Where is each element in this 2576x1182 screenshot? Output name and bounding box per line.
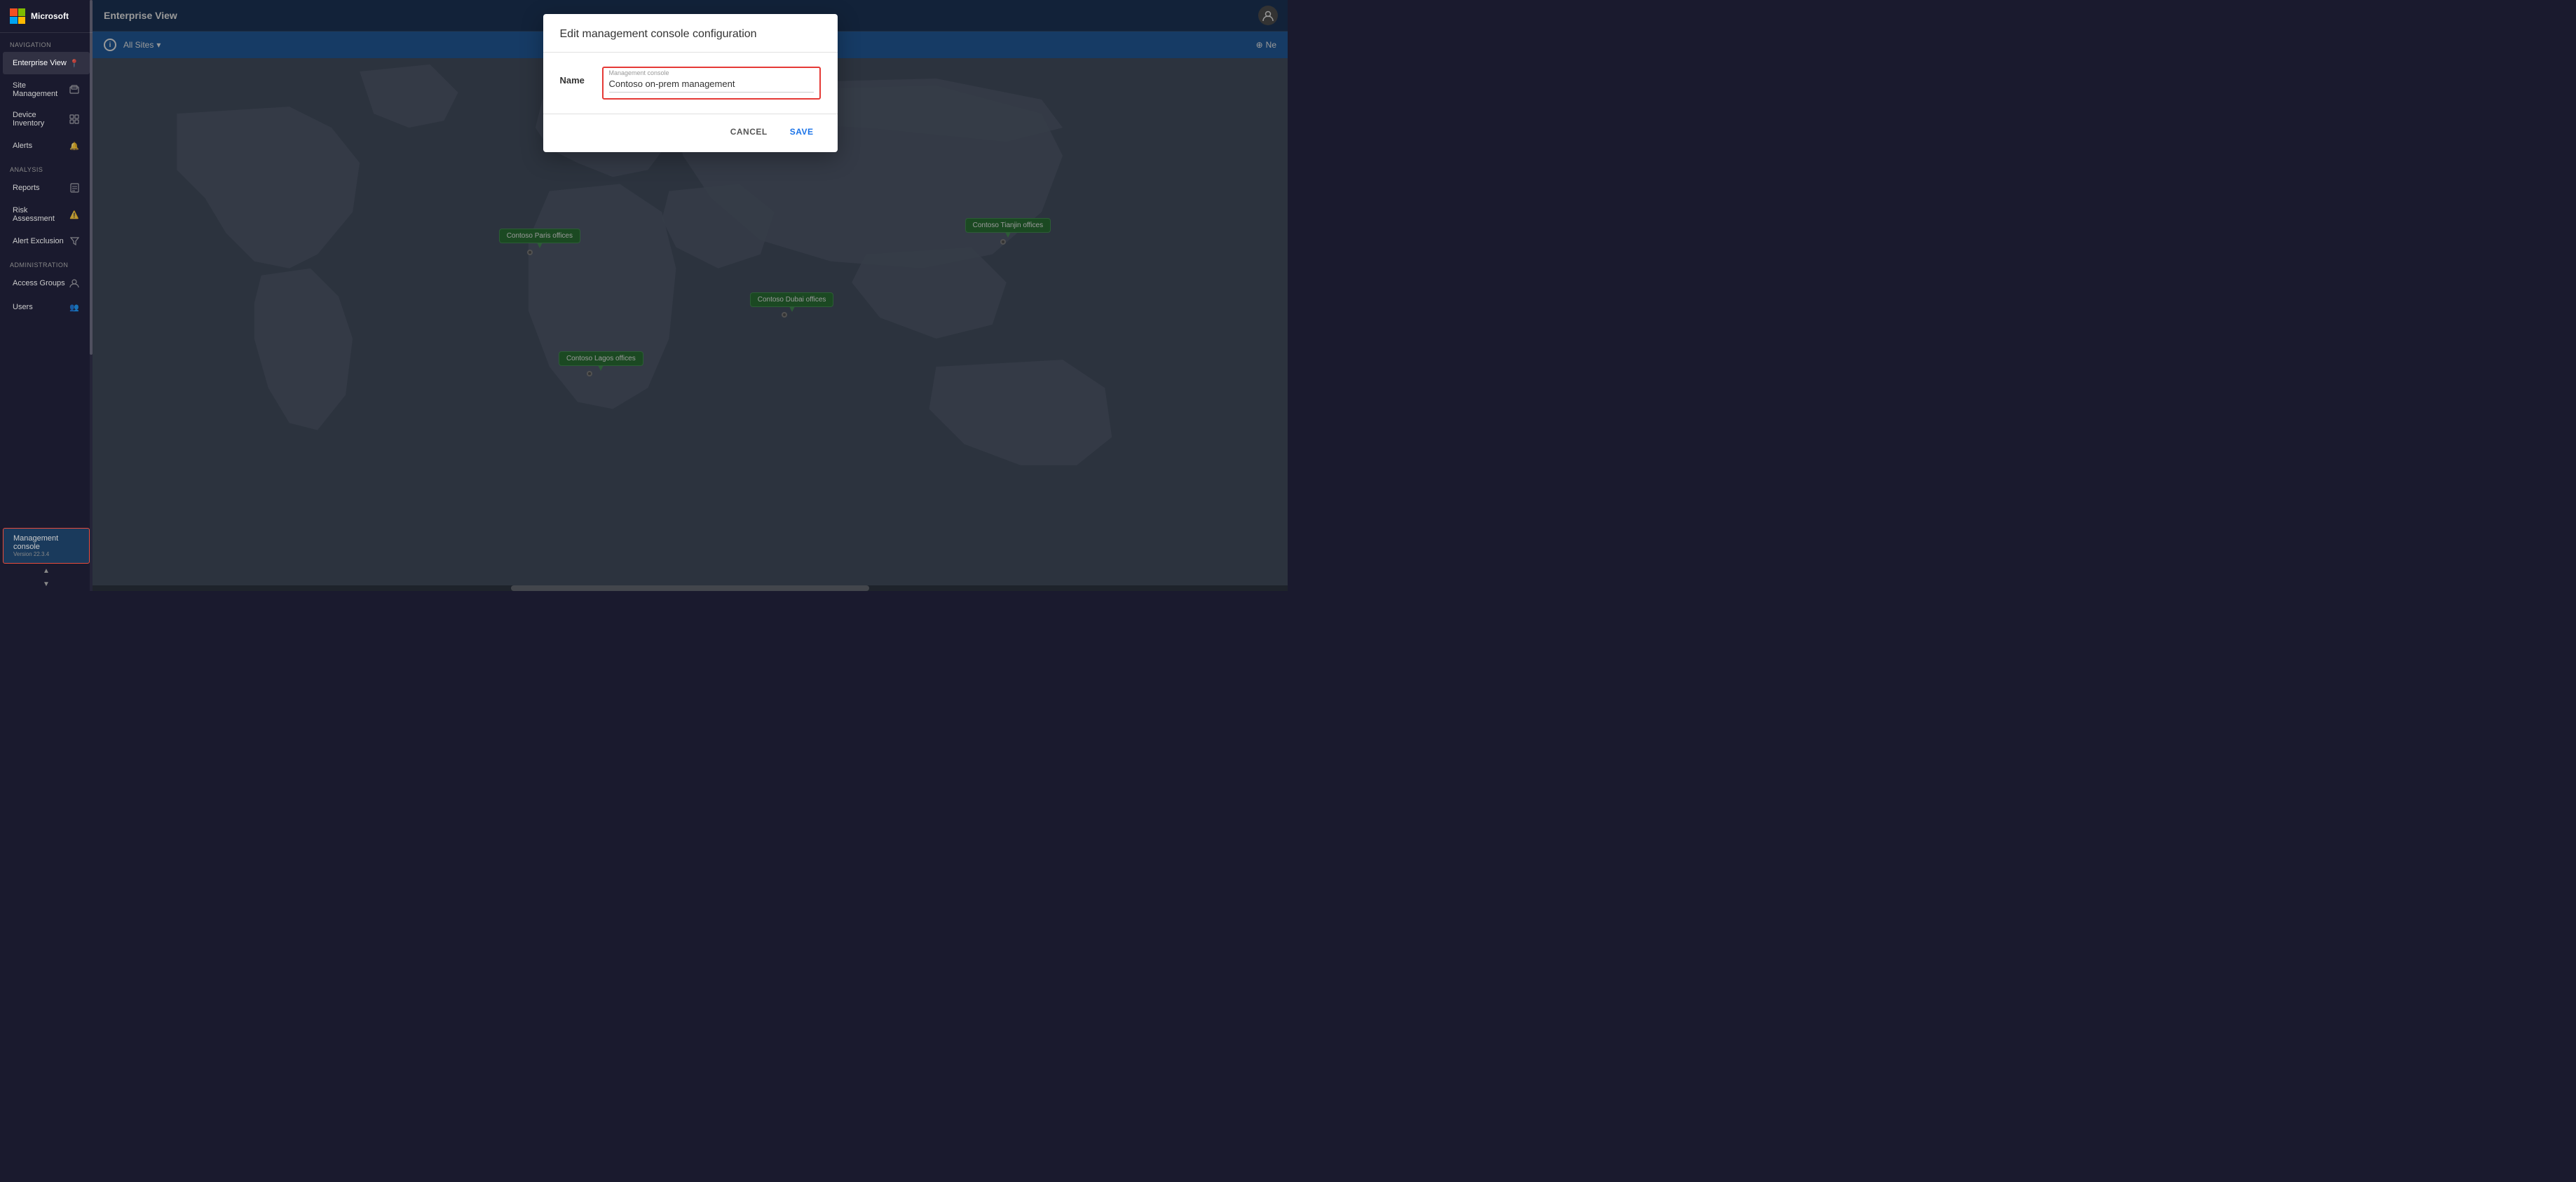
- modal-header: Edit management console configuration: [543, 14, 838, 53]
- modal-title: Edit management console configuration: [560, 28, 757, 40]
- input-placeholder: Management console: [609, 69, 814, 76]
- users-icon: 👥: [69, 301, 80, 313]
- map-pin-icon: 📍: [69, 57, 80, 69]
- group-icon: [69, 278, 80, 289]
- device-inventory-label: Device Inventory: [13, 111, 69, 128]
- sidebar-item-access-groups[interactable]: Access Groups: [3, 272, 90, 294]
- sidebar-item-risk-assessment[interactable]: Risk Assessment ⚠️: [3, 201, 90, 229]
- sidebar-item-enterprise-view[interactable]: Enterprise View 📍: [3, 52, 90, 74]
- document-icon: [69, 182, 80, 193]
- admin-section-label: ADMINISTRATION: [0, 253, 93, 271]
- management-console-label: Management console: [13, 534, 58, 551]
- modal-overlay[interactable]: Edit management console configuration Na…: [93, 0, 1288, 591]
- ms-logo-yellow: [18, 17, 26, 25]
- ms-logo-blue: [10, 17, 18, 25]
- sidebar-item-management-console[interactable]: Management console Version 22.3.4: [3, 528, 90, 564]
- grid-icon: [69, 114, 80, 125]
- save-button[interactable]: SAVE: [783, 123, 821, 141]
- management-console-version: Version 22.3.4: [13, 551, 79, 557]
- main-content: Enterprise View i All Sites ▾ ⊕ Ne: [93, 0, 1288, 591]
- name-label: Name: [560, 67, 588, 86]
- ms-logo-green: [18, 8, 26, 16]
- alerts-label: Alerts: [13, 142, 69, 150]
- sidebar-item-site-management[interactable]: Site Management: [3, 76, 90, 104]
- analysis-section-label: ANALYSIS: [0, 158, 93, 176]
- sidebar-item-alerts[interactable]: Alerts 🔔: [3, 135, 90, 157]
- microsoft-logo: [10, 8, 25, 24]
- bell-icon: 🔔: [69, 140, 80, 151]
- filter-icon: [69, 236, 80, 247]
- modal: Edit management console configuration Na…: [543, 14, 838, 152]
- modal-body: Name Management console: [543, 53, 838, 114]
- alert-exclusion-label: Alert Exclusion: [13, 237, 69, 245]
- sidebar-scroll-up[interactable]: ▲: [0, 564, 93, 578]
- app-logo: Microsoft: [0, 0, 93, 33]
- name-input[interactable]: [609, 79, 814, 93]
- sidebar-item-alert-exclusion[interactable]: Alert Exclusion: [3, 230, 90, 252]
- reports-label: Reports: [13, 184, 69, 192]
- site-icon: [69, 84, 80, 95]
- sidebar-item-users[interactable]: Users 👥: [3, 296, 90, 318]
- app-name: Microsoft: [31, 11, 69, 21]
- users-label: Users: [13, 303, 69, 311]
- sidebar-item-reports[interactable]: Reports: [3, 177, 90, 199]
- risk-assessment-label: Risk Assessment: [13, 206, 69, 223]
- name-input-wrapper: Management console: [602, 67, 821, 100]
- ms-logo-red: [10, 8, 18, 16]
- enterprise-view-label: Enterprise View: [13, 59, 69, 67]
- modal-footer: CANCEL SAVE: [543, 114, 838, 152]
- nav-section-label: NAVIGATION: [0, 33, 93, 51]
- cancel-button[interactable]: CANCEL: [723, 123, 775, 141]
- sidebar: Microsoft NAVIGATION Enterprise View 📍 S…: [0, 0, 93, 591]
- sidebar-scroll-down[interactable]: ▼: [0, 578, 93, 591]
- sidebar-item-device-inventory[interactable]: Device Inventory: [3, 105, 90, 133]
- site-management-label: Site Management: [13, 81, 69, 98]
- access-groups-label: Access Groups: [13, 279, 69, 287]
- warning-icon: ⚠️: [69, 209, 80, 220]
